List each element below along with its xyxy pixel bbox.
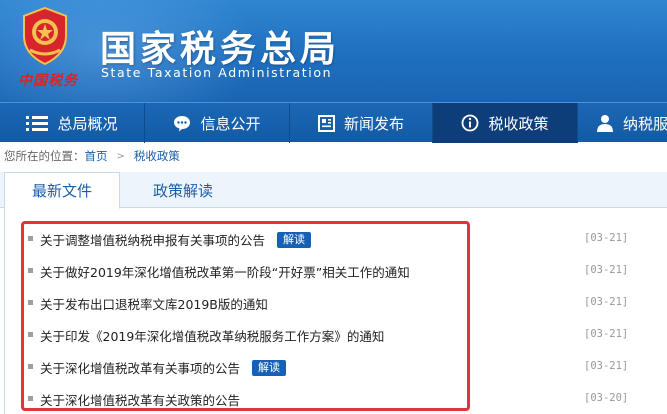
breadcrumb-prefix: 您所在的位置：: [4, 149, 85, 163]
article-date: [03-20]: [584, 392, 629, 404]
breadcrumb-home-link[interactable]: 首页: [85, 148, 108, 164]
breadcrumb-current-link[interactable]: 税收政策: [134, 148, 180, 164]
interpretation-badge[interactable]: 解读: [252, 359, 287, 376]
bullet-icon: [28, 332, 33, 337]
tabs-bar: 最新文件 政策解读: [0, 172, 667, 209]
article-title-text: 关于深化增值税改革有关事项的公告: [40, 361, 241, 376]
article-title-link[interactable]: 关于调整增值税纳税申报有关事项的公告 解读: [40, 230, 312, 249]
article-date: [03-21]: [584, 296, 629, 308]
article-title-text: 关于印发《2019年深化增值税改革纳税服务工作方案》的通知: [40, 329, 385, 344]
nav-item-label: 税收政策: [488, 114, 549, 133]
article-date: [03-21]: [584, 232, 629, 244]
user-icon: [596, 114, 614, 132]
list-item: 关于深化增值税改革有关事项的公告 解读 [03-21]: [0, 352, 667, 382]
tab-latest-documents[interactable]: 最新文件: [4, 172, 120, 209]
site-subtitle: State Taxation Administration: [101, 65, 333, 80]
article-date: [03-21]: [584, 264, 629, 276]
menu-list-icon: [26, 115, 49, 131]
nav-item-label: 纳税服务: [623, 114, 667, 133]
tab-policy-interpretation[interactable]: 政策解读: [128, 172, 238, 208]
bullet-icon: [28, 364, 33, 369]
breadcrumb-separator-icon: >: [116, 150, 125, 162]
article-title-link[interactable]: 关于深化增值税改革有关政策的公告: [40, 390, 240, 409]
bullet-icon: [28, 236, 33, 241]
list-item: 关于印发《2019年深化增值税改革纳税服务工作方案》的通知 [03-21]: [0, 320, 667, 350]
nav-item-tax-policy[interactable]: 税收政策: [433, 103, 578, 143]
info-circle-icon: [461, 114, 479, 132]
bullet-icon: [28, 396, 33, 401]
tax-emblem-icon[interactable]: [16, 6, 74, 66]
list-item: 关于发布出口退税率文库2019B版的通知 [03-21]: [0, 288, 667, 318]
article-title-link[interactable]: 关于发布出口退税率文库2019B版的通知: [40, 294, 268, 313]
bullet-icon: [28, 300, 33, 305]
nav-item-taxpayer-service[interactable]: 纳税服务: [578, 103, 667, 143]
nav-item-news-release[interactable]: 新闻发布: [290, 103, 433, 143]
article-title-text: 关于深化增值税改革有关政策的公告: [40, 393, 241, 408]
nav-item-overview[interactable]: 总局概况: [0, 103, 145, 143]
nav-item-label: 总局概况: [57, 114, 118, 133]
article-title-text: 关于做好2019年深化增值税改革第一阶段“开好票”相关工作的通知: [40, 265, 410, 280]
nav-item-info-disclosure[interactable]: 信息公开: [145, 103, 290, 143]
main-nav: 总局概况 信息公开 新闻发布 税收政策 纳税服: [0, 102, 667, 143]
list-item: 关于深化增值税改革有关政策的公告 [03-20]: [0, 384, 667, 414]
newspaper-icon: [317, 114, 335, 132]
chat-bubble-icon: [173, 115, 191, 132]
nav-item-label: 信息公开: [200, 114, 261, 133]
article-date: [03-21]: [584, 328, 629, 340]
interpretation-badge[interactable]: 解读: [277, 231, 312, 248]
list-item: 关于做好2019年深化增值税改革第一阶段“开好票”相关工作的通知 [03-21]: [0, 256, 667, 286]
list-item: 关于调整增值税纳税申报有关事项的公告 解读 [03-21]: [0, 224, 667, 254]
article-title-link[interactable]: 关于做好2019年深化增值税改革第一阶段“开好票”相关工作的通知: [40, 262, 410, 281]
site-header: 中国税务 国家税务总局 State Taxation Administratio…: [0, 0, 667, 102]
article-date: [03-21]: [584, 360, 629, 372]
article-title-link[interactable]: 关于印发《2019年深化增值税改革纳税服务工作方案》的通知: [40, 326, 384, 345]
article-title-link[interactable]: 关于深化增值税改革有关事项的公告 解读: [40, 358, 287, 377]
bullet-icon: [28, 268, 33, 273]
article-title-text: 关于调整增值税纳税申报有关事项的公告: [40, 233, 266, 248]
breadcrumb: 您所在的位置： 首页 > 税收政策: [4, 148, 180, 164]
nav-item-label: 新闻发布: [343, 114, 404, 133]
article-title-text: 关于发布出口退税率文库2019B版的通知: [40, 297, 268, 312]
emblem-script-text: 中国税务: [18, 73, 78, 89]
